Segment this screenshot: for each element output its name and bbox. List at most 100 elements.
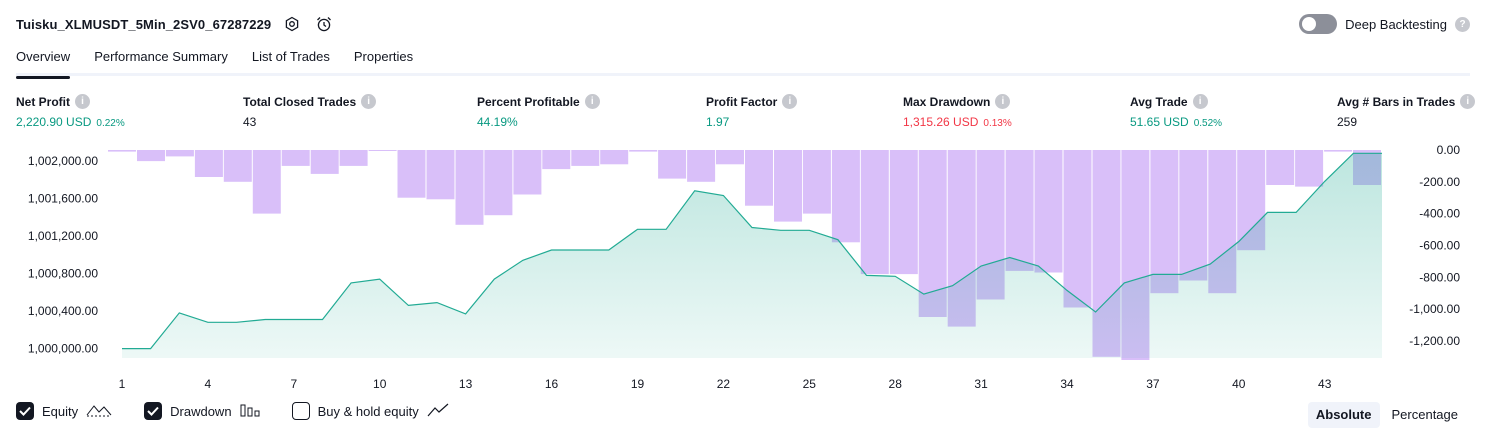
x-axis-tick: 16 (545, 377, 559, 391)
info-icon[interactable]: i (584, 94, 600, 109)
x-axis-tick: 4 (205, 377, 212, 391)
deep-backtesting-label: Deep Backtesting (1345, 16, 1447, 32)
x-axis-tick: 37 (1146, 377, 1160, 391)
help-icon[interactable]: ? (1455, 16, 1470, 32)
equity-drawdown-chart[interactable]: 1,000,000.00 1,000,400.00 1,000,800.00 1,00… (0, 140, 1486, 398)
drawdown-bar (455, 150, 484, 225)
left-axis-tick: 1,000,000.00 (28, 342, 98, 356)
metric-label: Net Profit (16, 94, 70, 109)
absolute-button[interactable]: Absolute (1307, 402, 1380, 428)
tab-overview[interactable]: Overview (16, 44, 71, 79)
metric-total-closed-trades: Total Closed Trades i 43 (243, 94, 377, 129)
metric-value: 1,315.26 USD (903, 115, 979, 129)
right-axis-tick: -200.00 (1419, 175, 1460, 189)
left-axis-tick: 1,001,600.00 (28, 191, 98, 205)
x-axis-tick: 1 (119, 377, 126, 391)
drawdown-bar (426, 150, 455, 200)
x-axis-tick: 10 (373, 377, 387, 391)
metric-label: Percent Profitable (477, 94, 580, 109)
display-mode-switch: Absolute Percentage (1307, 402, 1467, 428)
right-axis: 0.00 -200.00 -400.00 -600.00 -800.00 -1,000.0… (1409, 143, 1460, 348)
right-axis-tick: 0.00 (1437, 143, 1461, 157)
drawdown-checkbox[interactable] (144, 402, 163, 420)
buy-hold-checkbox[interactable] (291, 402, 310, 420)
drawdown-bar (600, 150, 629, 165)
info-icon[interactable]: i (1192, 94, 1208, 109)
metric-label: Avg Trade (1130, 94, 1188, 109)
x-axis-tick: 34 (1060, 377, 1074, 391)
left-axis-tick: 1,000,400.00 (28, 304, 98, 318)
left-axis-tick: 1,001,200.00 (28, 229, 98, 243)
drawdown-bar (542, 150, 571, 170)
metric-value: 2,220.90 USD (16, 115, 92, 129)
left-axis-tick: 1,002,000.00 (28, 154, 98, 168)
drawdown-bar (1266, 150, 1295, 185)
x-axis-tick: 22 (717, 377, 731, 391)
info-icon[interactable]: i (782, 94, 798, 109)
alarm-clock-icon[interactable] (313, 13, 335, 35)
x-axis-tick: 25 (803, 377, 817, 391)
drawdown-bar (194, 150, 223, 177)
metric-avg-trade: Avg Trade i 51.65 USD 0.52% (1130, 94, 1222, 129)
legend-drawdown[interactable]: Drawdown (144, 402, 260, 420)
drawdown-bar (629, 150, 658, 152)
metric-max-drawdown: Max Drawdown i 1,315.26 USD 0.13% (903, 94, 1012, 129)
legend-equity-label: Equity (42, 403, 79, 419)
drawdown-bar (889, 150, 918, 275)
metric-percent: 0.52% (1193, 118, 1223, 129)
deep-backtesting: Deep Backtesting ? (1299, 12, 1470, 36)
metric-avg-bars-in-trades: Avg # Bars in Trades i 259 (1337, 94, 1476, 129)
drawdown-bar (1005, 150, 1034, 271)
info-icon[interactable]: i (1460, 94, 1476, 109)
equity-checkbox[interactable] (16, 402, 34, 420)
drawdown-bar (1034, 150, 1063, 273)
right-axis-tick: -600.00 (1419, 239, 1460, 253)
tab-performance-summary[interactable]: Performance Summary (94, 44, 228, 76)
legend-equity[interactable]: Equity (16, 402, 112, 420)
metric-value: 1.97 (706, 115, 730, 129)
metric-percent: 0.13% (983, 118, 1012, 129)
drawdown-bar (281, 150, 310, 166)
legend-drawdown-label: Drawdown (170, 403, 232, 419)
chart-legend: Equity Drawdown Buy & hold equity (16, 402, 449, 420)
drawdown-bars-icon (240, 403, 260, 420)
left-axis: 1,000,000.00 1,000,400.00 1,000,800.00 1,00… (28, 154, 98, 356)
metric-percent-profitable: Percent Profitable i 44.19% (477, 94, 600, 129)
settings-icon[interactable] (281, 13, 303, 35)
drawdown-bar (339, 150, 368, 166)
deep-backtesting-toggle[interactable] (1299, 14, 1338, 34)
legend-buy-hold[interactable]: Buy & hold equity (291, 402, 449, 420)
right-axis-tick: -1,000.00 (1409, 302, 1460, 316)
drawdown-bar (658, 150, 687, 179)
drawdown-bar (223, 150, 252, 182)
legend-buy-hold-label: Buy & hold equity (317, 403, 419, 419)
drawdown-bar (252, 150, 281, 214)
drawdown-bar (368, 150, 397, 151)
drawdown-bar (716, 150, 744, 165)
info-icon[interactable]: i (75, 94, 90, 109)
drawdown-bar (571, 150, 600, 166)
left-axis-tick: 1,000,800.00 (28, 267, 98, 281)
drawdown-bar (774, 150, 802, 222)
x-axis-tick: 43 (1318, 377, 1332, 391)
x-axis-tick: 19 (631, 377, 645, 391)
buy-hold-line-icon (427, 403, 449, 420)
metric-value: 259 (1337, 115, 1358, 129)
metric-label: Max Drawdown (903, 94, 991, 109)
drawdown-bar (1324, 150, 1353, 152)
drawdown-bar (687, 150, 716, 182)
drawdown-bar (1063, 150, 1092, 308)
tab-list-of-trades[interactable]: List of Trades (252, 44, 330, 76)
info-icon[interactable]: i (995, 94, 1011, 109)
metric-profit-factor: Profit Factor i 1.97 (706, 94, 798, 129)
drawdown-bar (1295, 150, 1324, 187)
info-icon[interactable]: i (361, 94, 377, 109)
tab-properties[interactable]: Properties (354, 44, 413, 76)
strategy-header: Tuisku_XLMUSDT_5Min_2SV0_67287229 (16, 12, 335, 36)
drawdown-bar (108, 150, 136, 152)
percentage-button[interactable]: Percentage (1384, 402, 1467, 428)
drawdown-bar (310, 150, 339, 174)
x-axis-tick: 28 (889, 377, 903, 391)
drawdown-bar (397, 150, 426, 198)
drawdown-bar (831, 150, 860, 243)
